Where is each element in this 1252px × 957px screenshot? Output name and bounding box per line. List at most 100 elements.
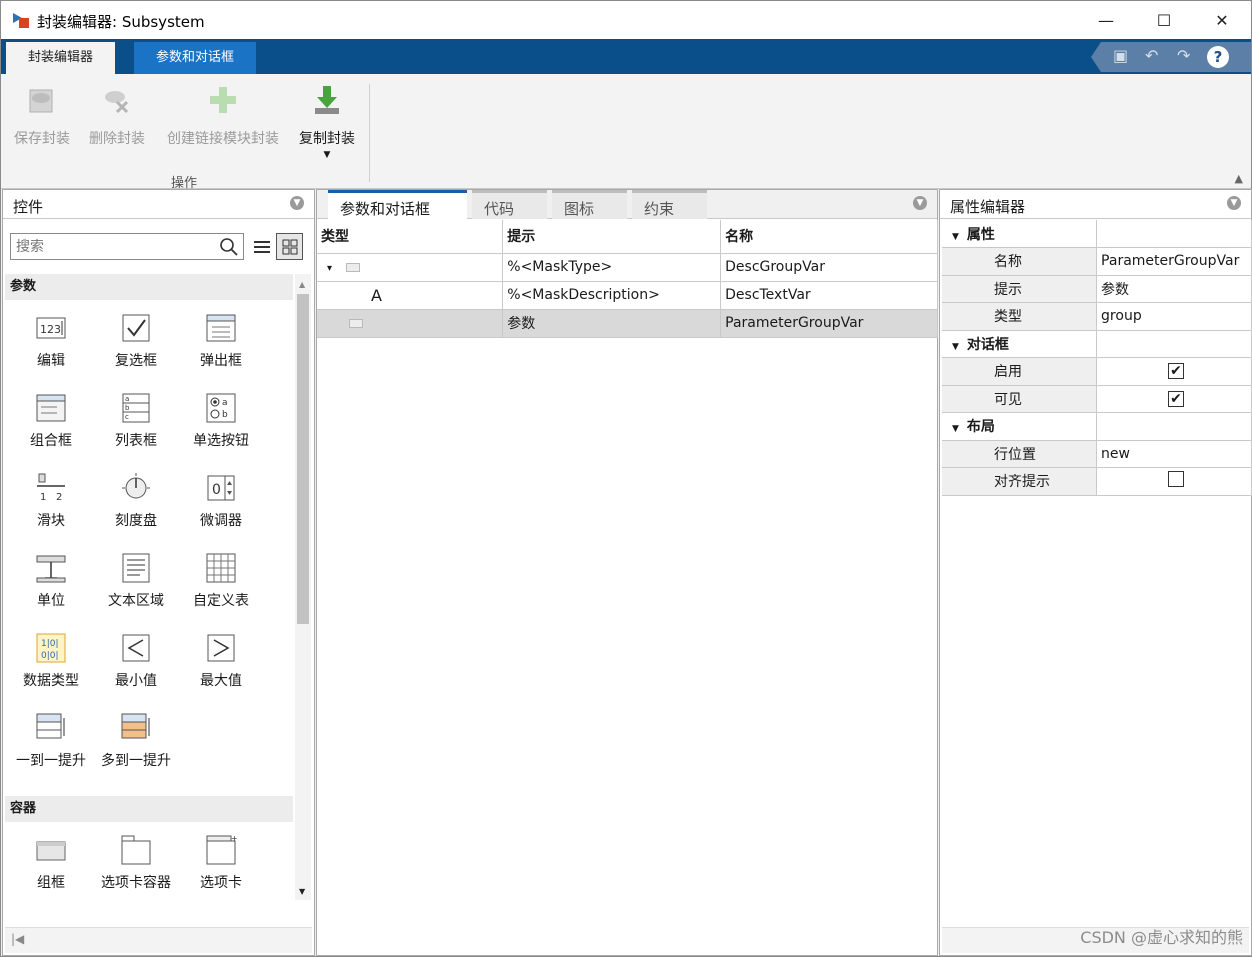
tab-icon-drawing[interactable]: 图标 <box>552 190 627 219</box>
property-value[interactable]: ParameterGroupVar <box>1096 247 1252 276</box>
prompt-cell[interactable]: 参数 <box>502 309 722 338</box>
scroll-left-icon[interactable]: |◀ <box>11 932 24 946</box>
property-row[interactable]: 对齐提示 <box>942 467 1252 496</box>
tab-parameters-dialog[interactable]: 参数和对话框 <box>134 42 257 74</box>
close-button[interactable]: ✕ <box>1193 1 1251 39</box>
tab-constraints[interactable]: 约束 <box>632 190 707 219</box>
control-spinner[interactable]: 0 微调器 <box>179 472 263 531</box>
category-row[interactable]: ▼ 属性 <box>942 220 1252 248</box>
chevron-down-icon[interactable]: ▼ <box>295 150 359 160</box>
collapse-arrow-icon[interactable]: ▼ <box>952 342 959 352</box>
watermark: CSDN @虚心求知的熊 <box>1080 928 1243 947</box>
scrollbar-thumb[interactable] <box>297 294 309 624</box>
control-text-area[interactable]: 文本区域 <box>94 552 178 611</box>
tab-mask-editor[interactable]: 封装编辑器 <box>6 42 116 74</box>
category-layout[interactable]: ▼ 布局 <box>942 412 1098 441</box>
prompt-cell[interactable]: %<MaskDescription> <box>502 281 722 310</box>
control-slider[interactable]: 12 滑块 <box>9 472 93 531</box>
control-custom-table[interactable]: 自定义表 <box>179 552 263 611</box>
list-view-icon[interactable] <box>248 233 275 260</box>
control-combobox[interactable]: 组合框 <box>9 392 93 451</box>
text-type-icon: A <box>371 285 382 305</box>
delete-mask-button[interactable]: 删除封装 <box>85 84 149 148</box>
category-properties[interactable]: ▼ 属性 <box>942 220 1098 248</box>
grid-view-icon[interactable] <box>276 233 303 260</box>
align-prompt-checkbox[interactable] <box>1168 471 1185 488</box>
property-value[interactable]: new <box>1096 440 1252 468</box>
control-group-box[interactable]: 组框 <box>9 834 93 893</box>
category-row[interactable]: ▼ 布局 <box>942 412 1252 441</box>
save-mask-button[interactable]: 保存封装 <box>11 84 73 148</box>
collapse-ribbon-icon[interactable]: ▲ <box>1235 172 1243 185</box>
svg-text:c: c <box>125 413 129 421</box>
table-row-selected[interactable]: 参数 ParameterGroupVar <box>317 309 938 338</box>
control-listbox[interactable]: abc 列表框 <box>94 392 178 451</box>
help-icon[interactable]: ? <box>1207 46 1229 68</box>
control-max-value[interactable]: 最大值 <box>179 632 263 691</box>
search-input[interactable] <box>11 234 211 259</box>
control-dial[interactable]: 刻度盘 <box>94 472 178 531</box>
save-icon[interactable]: ▣ <box>1113 46 1128 65</box>
control-tab[interactable]: + 选项卡 <box>179 834 263 893</box>
delete-mask-icon <box>105 91 129 114</box>
tab-container-icon <box>121 835 151 865</box>
control-unit[interactable]: 单位 <box>9 552 93 611</box>
collapse-arrow-icon[interactable]: ▼ <box>952 232 959 242</box>
horizontal-scrollbar[interactable]: |◀ <box>5 927 312 953</box>
type-cell: ▾ <box>317 253 504 282</box>
property-value[interactable]: 参数 <box>1096 275 1252 303</box>
property-row[interactable]: 名称 ParameterGroupVar <box>942 247 1252 276</box>
create-link-mask-button[interactable]: 创建链接模块封装 <box>161 84 285 148</box>
expand-arrow-icon[interactable]: ▾ <box>327 263 332 274</box>
svg-text:0|0|: 0|0| <box>41 651 59 661</box>
control-data-type[interactable]: 1|0| 0|0| 数据类型 <box>9 632 93 691</box>
pane-menu-icon[interactable]: ▼ <box>913 196 927 210</box>
enable-checkbox[interactable]: ✔ <box>1168 363 1185 380</box>
property-row[interactable]: 行位置 new <box>942 440 1252 468</box>
collapse-arrow-icon[interactable]: ▼ <box>952 424 959 434</box>
table-header-row: 类型 提示 名称 <box>317 220 938 254</box>
maximize-button[interactable]: ☐ <box>1135 1 1193 39</box>
control-promote-many[interactable]: 多到一提升 <box>94 712 178 771</box>
control-popup[interactable]: 弹出框 <box>179 312 263 371</box>
name-cell[interactable]: DescGroupVar <box>720 253 938 282</box>
pane-menu-icon[interactable]: ▼ <box>290 196 304 210</box>
pane-menu-icon[interactable]: ▼ <box>1227 196 1241 210</box>
copy-mask-button[interactable]: 复制封装 ▼ <box>295 84 359 160</box>
scroll-down-icon[interactable]: ▼ <box>299 887 305 896</box>
svg-text:123: 123 <box>40 323 61 336</box>
category-dialog[interactable]: ▼ 对话框 <box>942 330 1098 358</box>
control-tab-container[interactable]: 选项卡容器 <box>94 834 178 898</box>
property-value[interactable]: group <box>1096 302 1252 331</box>
category-row[interactable]: ▼ 对话框 <box>942 330 1252 358</box>
visible-checkbox[interactable]: ✔ <box>1168 390 1185 407</box>
tab-parameters-and-dialog[interactable]: 参数和对话框 <box>328 190 467 219</box>
controls-scrollbar[interactable]: ▲ ▼ <box>295 274 311 900</box>
property-row[interactable]: 类型 group <box>942 302 1252 331</box>
scroll-up-icon[interactable]: ▲ <box>299 280 305 289</box>
redo-icon[interactable]: ↷ <box>1177 46 1190 65</box>
table-row[interactable]: ▾ %<MaskType> DescGroupVar <box>317 253 938 282</box>
column-header-prompt[interactable]: 提示 <box>502 220 722 254</box>
control-promote-one[interactable]: 一到一提升 <box>9 712 93 771</box>
control-edit[interactable]: 123 编辑 <box>9 312 93 371</box>
property-row[interactable]: 可见 ✔ <box>942 385 1252 413</box>
property-grid: ▼ 属性 名称 ParameterGroupVar 提示 参数 类型 group … <box>942 220 1252 496</box>
control-radio-button[interactable]: ab 单选按钮 <box>179 392 263 451</box>
ribbon-separator <box>369 84 370 182</box>
radio-button-icon: ab <box>206 393 236 423</box>
table-row[interactable]: A %<MaskDescription> DescTextVar <box>317 281 938 310</box>
control-min-value[interactable]: 最小值 <box>94 632 178 691</box>
column-header-type[interactable]: 类型 <box>317 220 504 254</box>
undo-icon[interactable]: ↶ <box>1145 46 1158 65</box>
property-row[interactable]: 提示 参数 <box>942 275 1252 303</box>
column-header-name[interactable]: 名称 <box>720 220 938 254</box>
name-cell[interactable]: ParameterGroupVar <box>720 309 938 338</box>
prompt-cell[interactable]: %<MaskType> <box>502 253 722 282</box>
name-cell[interactable]: DescTextVar <box>720 281 938 310</box>
property-row[interactable]: 启用 ✔ <box>942 357 1252 386</box>
control-checkbox[interactable]: 复选框 <box>94 312 178 371</box>
minimize-button[interactable]: — <box>1077 1 1135 39</box>
search-icon[interactable] <box>219 237 239 257</box>
tab-code[interactable]: 代码 <box>472 190 547 219</box>
